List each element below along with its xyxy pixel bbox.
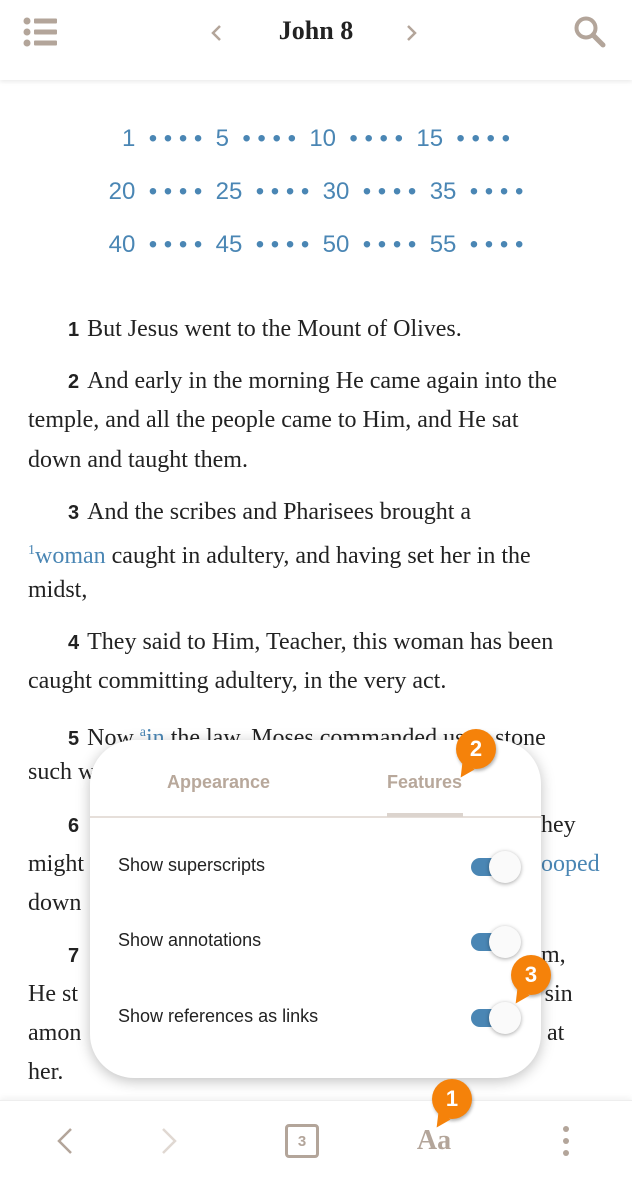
verse-text: But Jesus went to the Mount of Olives. — [87, 316, 462, 342]
verse-text: might — [28, 851, 85, 877]
back-icon[interactable] — [53, 1121, 77, 1161]
tab-divider — [90, 816, 541, 818]
verse-text: caught committing adultery, in the very … — [28, 668, 447, 694]
verse-text: hey — [541, 812, 576, 838]
forward-icon[interactable] — [157, 1121, 181, 1161]
verse-text: And the scribes and Pharisees brought a — [87, 499, 472, 525]
verse-7: 7 — [68, 935, 87, 975]
dots: • • • • — [148, 178, 203, 205]
verse-nav-row: 1 • • • • 5 • • • • 10 • • • • 15 • • • … — [0, 119, 632, 159]
dots: • • • • — [148, 125, 203, 152]
verse-nav-row: 40 • • • • 45 • • • • 50 • • • • 55 • • … — [0, 225, 632, 265]
search-icon[interactable] — [573, 15, 607, 49]
top-bar: John 8 — [0, 0, 632, 80]
callout-badge: 1 — [432, 1079, 472, 1119]
verse-2: 2 And early in the morning He came again … — [68, 361, 557, 401]
annotation-link[interactable]: woman — [35, 543, 106, 569]
dots: • • • • — [456, 125, 511, 152]
setting-label: Show superscripts — [118, 855, 266, 875]
setting-label: Show annotations — [118, 930, 262, 950]
setting-show-annotations: Show annotations — [90, 921, 541, 961]
tab-features[interactable]: Features — [387, 772, 462, 793]
verse-link[interactable]: 35 — [430, 178, 457, 205]
chevron-right-icon[interactable] — [405, 24, 419, 42]
dots: • • • • — [255, 178, 310, 205]
dots: • • • • — [362, 231, 417, 258]
verse-number: 6 — [68, 815, 80, 837]
verse-number: 5 — [68, 728, 80, 750]
verse-text: They said to Him, Teacher, this woman ha… — [87, 629, 554, 655]
bottom-toolbar: 3 Aa — [0, 1100, 632, 1180]
verse-link[interactable]: 40 — [109, 231, 136, 258]
verse-text: caught in adultery, and having set her i… — [105, 543, 531, 569]
verse-3: 3 And the scribes and Pharisees brought a — [68, 492, 471, 532]
dots: • • • • — [148, 231, 203, 258]
active-tab-indicator — [387, 813, 463, 817]
verse-text: midst, — [28, 577, 88, 603]
verse-link[interactable]: 20 — [109, 178, 136, 205]
callout-badge: 2 — [456, 729, 496, 769]
verse-text: And early in the morning He came again i… — [87, 368, 557, 394]
references-links-toggle[interactable] — [471, 1002, 521, 1034]
dots: • • • • — [469, 178, 524, 205]
chapter-count-button[interactable]: 3 — [285, 1124, 319, 1158]
verse-text: He st — [28, 981, 78, 1007]
verse-number: 2 — [68, 371, 80, 393]
text-settings-popup: Appearance Features Show superscripts Sh… — [90, 740, 541, 1078]
dots: • • • • — [255, 231, 310, 258]
verse-text: down and taught them. — [28, 447, 248, 473]
superscripts-toggle[interactable] — [471, 851, 521, 883]
verse-nav-row: 20 • • • • 25 • • • • 30 • • • • 35 • • … — [0, 172, 632, 212]
verse-link[interactable]: 55 — [430, 231, 457, 258]
tab-appearance[interactable]: Appearance — [167, 772, 270, 793]
verse-link[interactable]: 1 — [122, 125, 135, 152]
verse-text: down — [28, 890, 82, 916]
verse-text: such w — [28, 759, 96, 785]
verse-link[interactable]: 25 — [216, 178, 243, 205]
verse-number: 4 — [68, 632, 80, 654]
setting-label: Show references as links — [118, 1006, 319, 1026]
more-icon[interactable] — [558, 1121, 574, 1161]
verse-link[interactable]: 10 — [309, 125, 336, 152]
dots: • • • • — [242, 125, 296, 152]
annotations-toggle[interactable] — [471, 926, 521, 958]
verse-link[interactable]: 50 — [323, 231, 350, 258]
verse-text: at — [541, 1020, 565, 1046]
setting-show-references-as-links: Show references as links — [90, 997, 541, 1037]
verse-link[interactable]: 15 — [416, 125, 443, 152]
callout-badge: 3 — [511, 955, 551, 995]
verse-1: 1 But Jesus went to the Mount of Olives. — [68, 309, 462, 349]
verse-number: 3 — [68, 502, 80, 524]
dots: • • • • — [469, 231, 524, 258]
footnote-marker[interactable]: 1 — [28, 543, 35, 558]
verse-text: temple, and all the people came to Him, … — [28, 407, 519, 433]
dots: • • • • — [362, 178, 417, 205]
verse-text: her. — [28, 1059, 64, 1085]
chapter-count: 3 — [297, 1132, 307, 1150]
verse-link[interactable]: 30 — [323, 178, 350, 205]
dots: • • • • — [349, 125, 403, 152]
verse-6: 6 — [68, 805, 87, 845]
font-size-icon[interactable]: Aa — [410, 1121, 458, 1161]
verse-4: 4 They said to Him, Teacher, this woman h… — [68, 622, 553, 662]
setting-show-superscripts: Show superscripts — [90, 846, 541, 886]
verse-link[interactable]: 5 — [216, 125, 229, 152]
verse-text: amon — [28, 1020, 82, 1046]
page-title[interactable]: John 8 — [0, 16, 632, 46]
verse-number: 1 — [68, 319, 80, 341]
verse-line: 1woman caught in adultery, and having se… — [28, 531, 531, 571]
verse-link[interactable]: 45 — [216, 231, 243, 258]
verse-number: 7 — [68, 945, 80, 967]
annotation-link[interactable]: ooped — [541, 844, 600, 884]
